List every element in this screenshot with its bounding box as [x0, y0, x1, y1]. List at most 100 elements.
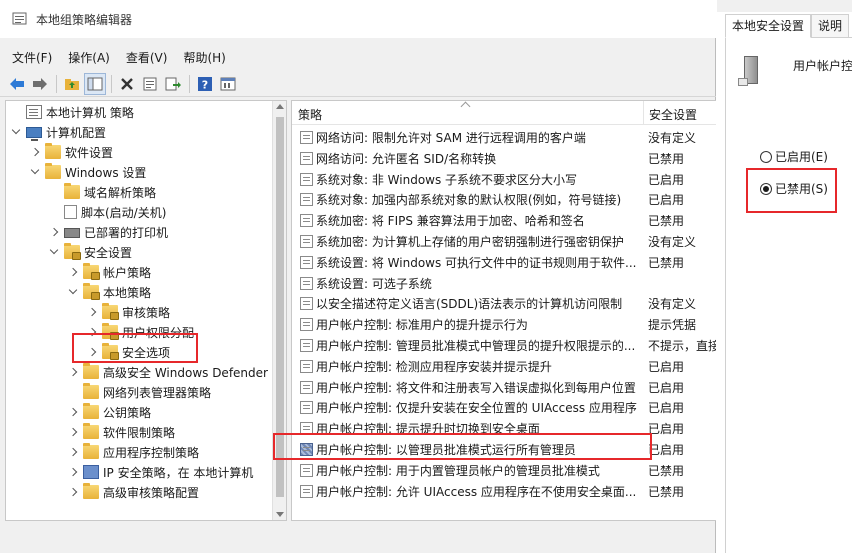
policy-row[interactable]: 用户帐户控制: 标准用户的提升提示行为 提示凭据	[292, 314, 716, 335]
policy-properties-dialog: 本地安全设置 说明 用户帐户控 已启用(E) 已禁用(S)	[717, 0, 852, 553]
dialog-tab-content: 用户帐户控 已启用(E) 已禁用(S)	[725, 37, 852, 553]
tree-scroll-thumb[interactable]	[276, 117, 284, 497]
tree-item[interactable]: 公钥策略	[67, 402, 151, 422]
tree-item[interactable]: 脚本(启动/关机)	[48, 202, 166, 222]
chevron-down-icon[interactable]	[67, 286, 79, 298]
security-folder-icon	[83, 283, 100, 300]
column-header-policy[interactable]: 策略	[292, 101, 322, 125]
scroll-up-icon[interactable]	[276, 104, 284, 109]
chevron-right-icon[interactable]	[86, 326, 98, 338]
tree-item-label: 网络列表管理器策略	[103, 385, 212, 400]
policy-name: 系统加密: 将 FIPS 兼容算法用于加密、哈希和签名	[316, 214, 585, 229]
policy-row[interactable]: 系统对象: 加强内部系统对象的默认权限(例如，符号链接) 已启用	[292, 189, 716, 210]
chevron-right-icon[interactable]	[67, 426, 79, 438]
chevron-right-icon[interactable]	[67, 486, 79, 498]
tree-item[interactable]: 安全选项	[86, 342, 170, 362]
policy-row[interactable]: 网络访问: 允许匿名 SID/名称转换 已禁用	[292, 148, 716, 169]
policy-row[interactable]: 系统设置: 将 Windows 可执行文件中的证书规则用于软件... 已禁用	[292, 252, 716, 273]
chevron-right-icon[interactable]	[67, 366, 79, 378]
policy-setting: 没有定义	[648, 131, 697, 145]
policy-row[interactable]: 用户帐户控制: 提示提升时切换到安全桌面 已启用	[292, 418, 716, 439]
chevron-down-icon[interactable]	[48, 246, 60, 258]
export-icon[interactable]	[162, 73, 184, 95]
list-header: 策略 安全设置	[292, 101, 716, 125]
folder-icon	[83, 443, 99, 459]
policy-row[interactable]: 用户帐户控制: 管理员批准模式中管理员的提升权限提示的... 不提示，直接	[292, 335, 716, 356]
radio-enabled-option[interactable]: 已启用(E)	[760, 148, 828, 165]
policy-row[interactable]: 用户帐户控制: 用于内置管理员帐户的管理员批准模式 已禁用	[292, 460, 716, 481]
policy-row[interactable]: 系统加密: 将 FIPS 兼容算法用于加密、哈希和签名 已禁用	[292, 210, 716, 231]
tree-item[interactable]: 软件限制策略	[67, 422, 175, 442]
chevron-right-icon[interactable]	[67, 266, 79, 278]
policy-name: 系统加密: 为计算机上存储的用户密钥强制进行强密钥保护	[316, 235, 624, 249]
tree-item[interactable]: Windows 设置	[29, 162, 146, 182]
toolbar-separator	[189, 74, 190, 93]
policy-row[interactable]: 系统加密: 为计算机上存储的用户密钥强制进行强密钥保护 没有定义	[292, 231, 716, 252]
menu-help[interactable]: 帮助(H)	[177, 48, 231, 68]
chevron-down-icon[interactable]	[29, 166, 41, 178]
policy-item-icon	[300, 484, 313, 498]
scroll-down-icon[interactable]	[276, 512, 284, 517]
tree-item[interactable]: 应用程序控制策略	[67, 442, 199, 462]
tree-item-label: 软件限制策略	[103, 425, 176, 440]
policy-row[interactable]: 用户帐户控制: 仅提升安装在安全位置的 UIAccess 应用程序 已启用	[292, 397, 716, 418]
policy-title: 用户帐户控	[793, 59, 852, 73]
security-folder-icon	[83, 263, 100, 280]
menu-view[interactable]: 查看(V)	[120, 48, 174, 68]
tree-item[interactable]: 软件设置	[29, 142, 113, 162]
tree-item[interactable]: 高级审核策略配置	[67, 482, 199, 502]
policy-row[interactable]: 系统设置: 可选子系统	[292, 273, 716, 294]
menu-file[interactable]: 文件(F)	[6, 48, 58, 68]
radio-disabled-option[interactable]: 已禁用(S)	[760, 180, 828, 197]
tree-item-label: 脚本(启动/关机)	[81, 205, 167, 220]
tab-local-security-setting[interactable]: 本地安全设置	[725, 14, 812, 38]
help-icon[interactable]: ?	[194, 73, 216, 95]
tree-item[interactable]: 安全设置	[48, 242, 132, 262]
column-header-setting[interactable]: 安全设置	[643, 101, 697, 125]
tree-item[interactable]: 本地计算机 策略	[10, 102, 134, 122]
tab-explain[interactable]: 说明	[811, 14, 850, 38]
tree-item[interactable]: 高级安全 Windows Defender	[67, 362, 268, 382]
policy-name: 网络访问: 允许匿名 SID/名称转换	[316, 151, 497, 166]
tree-item[interactable]: 审核策略	[86, 302, 170, 322]
tree-item[interactable]: 帐户策略	[67, 262, 151, 282]
tree-item-label: 安全设置	[84, 245, 133, 260]
chevron-right-icon[interactable]	[48, 226, 60, 238]
tree-item[interactable]: 已部署的打印机	[48, 222, 168, 242]
tree-item[interactable]: 计算机配置	[10, 122, 106, 142]
menu-action[interactable]: 操作(A)	[62, 48, 116, 68]
back-arrow-icon[interactable]	[6, 73, 28, 95]
policy-row[interactable]: 用户帐户控制: 检测应用程序安装并提示提升 已启用	[292, 356, 716, 377]
policy-row[interactable]: 用户帐户控制: 以管理员批准模式运行所有管理员 已启用	[292, 439, 716, 460]
tree-item-label: 审核策略	[122, 305, 171, 320]
tree-item[interactable]: 用户权限分配	[86, 322, 194, 342]
chevron-right-icon[interactable]	[86, 346, 98, 358]
chevron-right-icon[interactable]	[29, 146, 41, 158]
chevron-right-icon[interactable]	[67, 466, 79, 478]
policy-row[interactable]: 网络访问: 限制允许对 SAM 进行远程调用的客户端 没有定义	[292, 127, 716, 148]
chevron-right-icon[interactable]	[86, 306, 98, 318]
forward-arrow-icon[interactable]	[29, 73, 51, 95]
tree-item[interactable]: 网络列表管理器策略	[67, 382, 211, 402]
show-hide-tree-icon[interactable]	[84, 72, 106, 95]
chevron-right-icon[interactable]	[67, 446, 79, 458]
tree-item[interactable]: 域名解析策略	[48, 182, 156, 202]
policy-row[interactable]: 以安全描述符定义语言(SDDL)语法表示的计算机访问限制 没有定义	[292, 293, 716, 314]
radio-enabled[interactable]	[760, 150, 772, 163]
chevron-right-icon[interactable]	[67, 406, 79, 418]
radio-disabled[interactable]	[760, 182, 772, 195]
policy-row[interactable]: 用户帐户控制: 将文件和注册表写入错误虚拟化到每用户位置 已启用	[292, 377, 716, 398]
tree-item[interactable]: IP 安全策略，在 本地计算机	[67, 462, 253, 482]
policy-row[interactable]: 系统对象: 非 Windows 子系统不要求区分大小写 已启用	[292, 169, 716, 190]
delete-icon[interactable]	[116, 73, 138, 95]
tree-item[interactable]: 本地策略	[67, 282, 151, 302]
tree-item-label: 公钥策略	[103, 405, 152, 420]
policy-row[interactable]: 用户帐户控制: 允许 UIAccess 应用程序在不使用安全桌面... 已禁用	[292, 481, 716, 502]
policy-setting: 不提示，直接	[648, 339, 716, 353]
policy-name: 用户帐户控制: 用于内置管理员帐户的管理员批准模式	[316, 463, 600, 478]
console-icon[interactable]	[217, 73, 239, 95]
up-folder-icon[interactable]	[61, 73, 83, 95]
properties-icon[interactable]	[139, 73, 161, 95]
tree-vertical-scrollbar[interactable]	[272, 101, 286, 520]
chevron-down-icon[interactable]	[10, 126, 22, 138]
